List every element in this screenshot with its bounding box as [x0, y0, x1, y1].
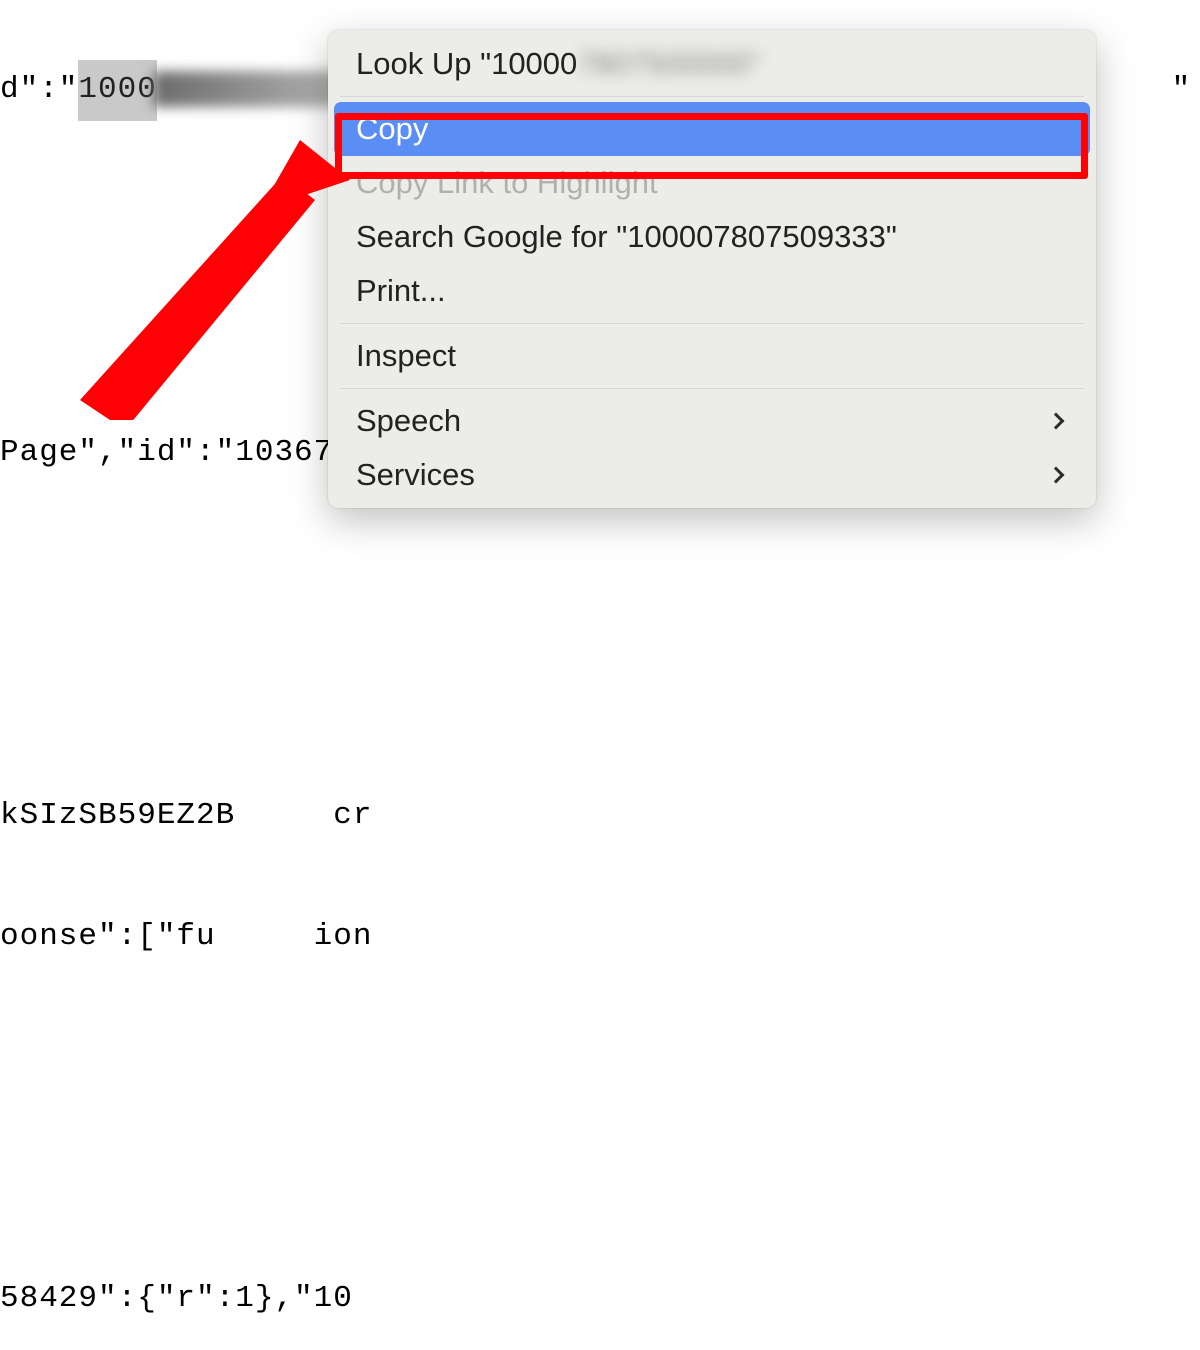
code-line: oonse":["fu ion lengt: [0, 907, 1200, 967]
speech-menu-item[interactable]: Speech: [334, 394, 1090, 448]
inspect-label: Inspect: [356, 338, 456, 374]
lookup-blurred-tail: 7807500000": [577, 46, 760, 82]
code-line: [0, 1027, 1200, 1087]
copy-link-highlight-label: Copy Link to Highlight: [356, 165, 658, 201]
selected-text[interactable]: 1000: [78, 60, 156, 120]
code-line: 58429":{"r":1},"10 8":{": [0, 1269, 1200, 1329]
search-google-label: Search Google for "100007807509333": [356, 219, 897, 255]
copy-label: Copy: [356, 111, 428, 147]
print-label: Print...: [356, 273, 446, 309]
code-line: [0, 1148, 1200, 1208]
print-menu-item[interactable]: Print...: [334, 264, 1090, 318]
code-line: kSIzSB59EZ2B cr 016C0: [0, 786, 1200, 846]
code-line: [0, 544, 1200, 604]
menu-separator: [340, 323, 1084, 324]
menu-separator: [340, 388, 1084, 389]
speech-label: Speech: [356, 403, 461, 439]
services-menu-item[interactable]: Services: [334, 448, 1090, 502]
menu-separator: [340, 96, 1084, 97]
chevron-right-icon: [1048, 413, 1065, 430]
search-google-menu-item[interactable]: Search Google for "100007807509333": [334, 210, 1090, 264]
code-line: [0, 665, 1200, 725]
lookup-label: Look Up "10000: [356, 46, 577, 81]
lookup-menu-item[interactable]: Look Up "100007807500000": [334, 37, 1090, 91]
inspect-menu-item[interactable]: Inspect: [334, 329, 1090, 383]
services-label: Services: [356, 457, 475, 493]
copy-menu-item[interactable]: Copy: [334, 102, 1090, 156]
copy-link-highlight-menu-item: Copy Link to Highlight: [334, 156, 1090, 210]
context-menu: Look Up "100007807500000" Copy Copy Link…: [328, 30, 1096, 508]
chevron-right-icon: [1048, 467, 1065, 484]
